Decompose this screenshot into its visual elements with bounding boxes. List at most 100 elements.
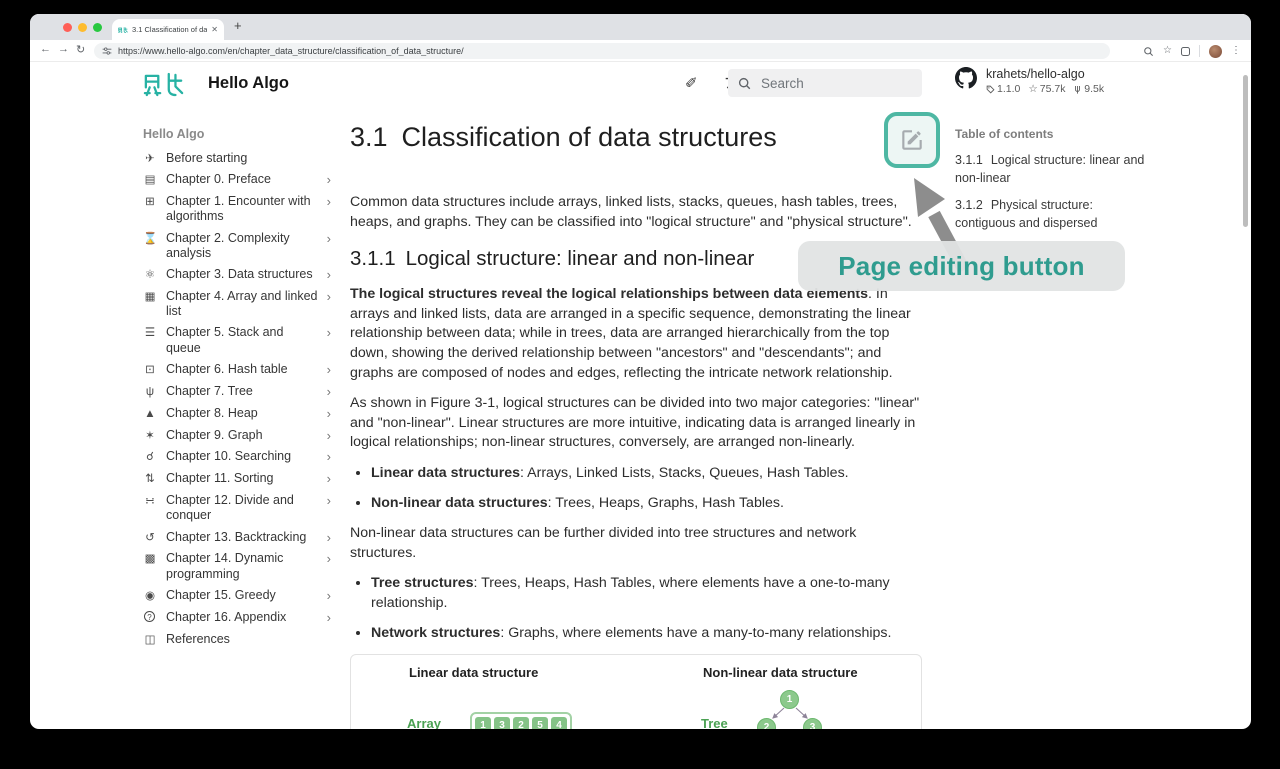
chevron-right-icon[interactable]: › — [327, 449, 331, 465]
github-icon — [955, 67, 977, 89]
bullet-list-nonlinear: Tree structures: Trees, Heaps, Hash Tabl… — [350, 574, 922, 643]
sidebar-item-references[interactable]: ◫ References — [143, 632, 331, 647]
sidebar-item-chapter-13[interactable]: ↺ Chapter 13. Backtracking › — [143, 530, 331, 546]
chevron-right-icon[interactable]: › — [327, 428, 331, 444]
paragraph-nonlinear: Non-linear data structures can be furthe… — [350, 524, 922, 563]
zoom-lens-icon[interactable] — [1143, 46, 1154, 57]
chevron-right-icon[interactable]: › — [327, 194, 331, 210]
sidebar-item-chapter-5[interactable]: ☰ Chapter 5. Stack and queue › — [143, 325, 331, 356]
chevron-right-icon[interactable]: › — [327, 231, 331, 247]
tab-close-icon[interactable]: ✕ — [211, 25, 218, 34]
sort-icon: ⇅ — [143, 471, 157, 486]
page-scrollbar-thumb[interactable] — [1243, 75, 1248, 227]
sidebar-item-before-starting[interactable]: ✈ Before starting — [143, 151, 331, 166]
sidebar-item-chapter-4[interactable]: ▦ Chapter 4. Array and linked list › — [143, 289, 331, 320]
edit-pencil-icon — [899, 127, 925, 153]
chevron-right-icon[interactable]: › — [327, 325, 331, 341]
search-box[interactable] — [728, 69, 922, 97]
chevron-right-icon[interactable]: › — [327, 493, 331, 509]
github-repo-link[interactable]: krahets/hello-algo 1.1.0 ☆75.7k ⋔9.5k — [955, 67, 1104, 95]
rocket-icon: ✈ — [143, 151, 157, 166]
sidebar-item-chapter-11[interactable]: ⇅ Chapter 11. Sorting › — [143, 471, 331, 487]
tab-title: 3.1 Classification of data stru — [132, 25, 207, 34]
reload-icon[interactable]: ↻ — [76, 43, 85, 56]
grid-plus-icon: ⊞ — [143, 194, 157, 209]
url-text: https://www.hello-algo.com/en/chapter_da… — [118, 46, 464, 56]
repo-name: krahets/hello-algo — [986, 67, 1104, 81]
chevron-right-icon[interactable]: › — [327, 172, 331, 188]
browser-tab[interactable]: 3.1 Classification of data stru ✕ — [112, 19, 224, 40]
sidebar-item-chapter-7[interactable]: ψ Chapter 7. Tree › — [143, 384, 331, 400]
tab-search-icon[interactable] — [1181, 47, 1190, 56]
minimize-window-button[interactable] — [78, 23, 87, 32]
chevron-right-icon[interactable]: › — [327, 406, 331, 422]
browser-window: 3.1 Classification of data stru ✕ + ← → … — [30, 14, 1251, 729]
sidebar-item-chapter-15[interactable]: ◉ Chapter 15. Greedy › — [143, 588, 331, 604]
hello-algo-logo[interactable] — [143, 72, 185, 97]
repo-forks: 9.5k — [1084, 83, 1104, 95]
window-controls — [63, 23, 102, 32]
toc-item-311[interactable]: 3.1.1Logical structure: linear and non-l… — [955, 152, 1145, 187]
chevron-right-icon[interactable]: › — [327, 384, 331, 400]
graph-icon: ✶ — [143, 428, 157, 443]
page-title: 3.1Classification of data structures — [350, 122, 922, 153]
sidebar-item-chapter-10[interactable]: ☌ Chapter 10. Searching › — [143, 449, 331, 465]
search-input[interactable] — [759, 75, 899, 92]
page-edit-button[interactable] — [884, 112, 940, 168]
table-icon: ▦ — [143, 289, 157, 304]
new-tab-button[interactable]: + — [234, 18, 242, 33]
sidebar-item-chapter-14[interactable]: ▩ Chapter 14. Dynamic programming › — [143, 551, 331, 582]
paragraph-intro: Common data structures include arrays, l… — [350, 193, 922, 232]
toolbar-actions: ☆ ⋮ — [1143, 43, 1241, 59]
sidebar-item-chapter-6[interactable]: ⊡ Chapter 6. Hash table › — [143, 362, 331, 378]
list-item: Linear data structures: Arrays, Linked L… — [371, 464, 922, 484]
sidebar-item-chapter-2[interactable]: ⌛ Chapter 2. Complexity analysis › — [143, 231, 331, 262]
hash-table-icon: ⊡ — [143, 362, 157, 377]
array-cell: 1 — [475, 717, 491, 729]
sidebar-item-chapter-1[interactable]: ⊞ Chapter 1. Encounter with algorithms › — [143, 194, 331, 225]
chevron-right-icon[interactable]: › — [327, 267, 331, 283]
theme-toggle-icon[interactable]: ✐ — [685, 74, 698, 92]
sidebar-item-chapter-0[interactable]: ▤ Chapter 0. Preface › — [143, 172, 331, 188]
divide-icon: ∺ — [143, 493, 157, 508]
forward-icon[interactable]: → — [58, 43, 69, 55]
array-cell: 3 — [494, 717, 510, 729]
star-icon: ☆ — [1028, 83, 1037, 95]
annotation-label: Page editing button — [798, 241, 1125, 291]
sidebar-item-chapter-8[interactable]: ▲ Chapter 8. Heap › — [143, 406, 331, 422]
search-list-icon: ☌ — [143, 449, 157, 464]
chevron-right-icon[interactable]: › — [327, 362, 331, 378]
sidebar-item-chapter-9[interactable]: ✶ Chapter 9. Graph › — [143, 428, 331, 444]
list-item: Network structures: Graphs, where elemen… — [371, 624, 922, 644]
address-bar[interactable]: https://www.hello-algo.com/en/chapter_da… — [94, 43, 1110, 59]
chevron-right-icon[interactable]: › — [327, 588, 331, 604]
sidebar-item-chapter-12[interactable]: ∺ Chapter 12. Divide and conquer › — [143, 493, 331, 524]
fullscreen-window-button[interactable] — [93, 23, 102, 32]
backtrack-icon: ↺ — [143, 530, 157, 545]
site-title[interactable]: Hello Algo — [208, 74, 289, 93]
table-of-contents: Table of contents 3.1.1Logical structure… — [955, 127, 1145, 242]
molecule-icon: ⚛ — [143, 267, 157, 282]
sidebar-item-chapter-16[interactable]: ? Chapter 16. Appendix › — [143, 610, 331, 626]
chevron-right-icon[interactable]: › — [327, 551, 331, 567]
repo-version: 1.1.0 — [997, 83, 1020, 95]
repo-stars: 75.7k — [1040, 83, 1066, 95]
toc-item-312[interactable]: 3.1.2Physical structure: contiguous and … — [955, 197, 1145, 232]
chevron-right-icon[interactable]: › — [327, 530, 331, 546]
tune-icon[interactable] — [102, 46, 112, 56]
profile-avatar[interactable] — [1209, 45, 1222, 58]
chevron-right-icon[interactable]: › — [327, 610, 331, 626]
list-item: Non-linear data structures: Trees, Heaps… — [371, 494, 922, 514]
browser-menu-icon[interactable]: ⋮ — [1231, 43, 1241, 59]
sidebar-item-chapter-3[interactable]: ⚛ Chapter 3. Data structures › — [143, 267, 331, 283]
bookmark-star-icon[interactable]: ☆ — [1163, 43, 1172, 59]
back-icon[interactable]: ← — [40, 43, 51, 55]
close-window-button[interactable] — [63, 23, 72, 32]
chevron-right-icon[interactable]: › — [327, 289, 331, 305]
array-cell: 4 — [551, 717, 567, 729]
array-cell: 2 — [513, 717, 529, 729]
toolbar-separator — [1199, 45, 1200, 57]
stack-icon: ☰ — [143, 325, 157, 340]
chevron-right-icon[interactable]: › — [327, 471, 331, 487]
sidebar-title: Hello Algo — [143, 127, 331, 141]
